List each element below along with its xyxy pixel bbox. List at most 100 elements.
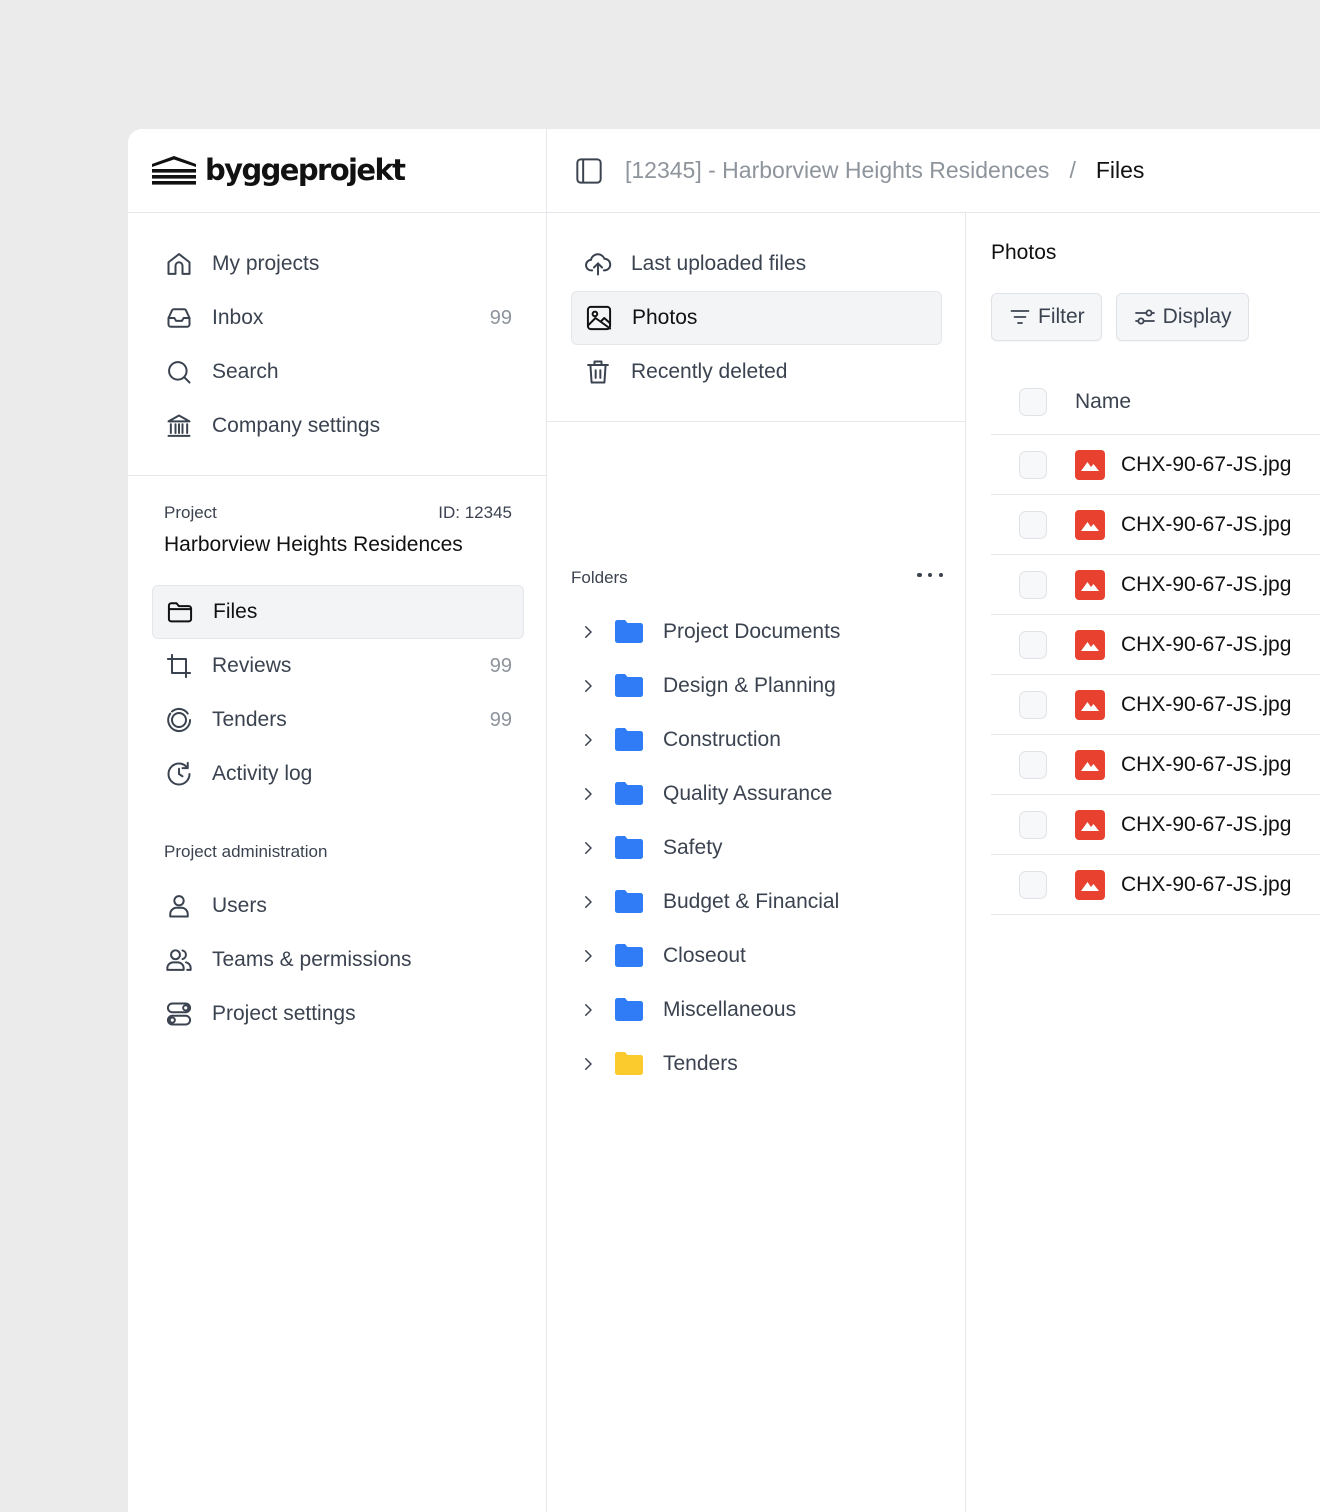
nav-files[interactable]: Files <box>152 585 524 639</box>
view-photos[interactable]: Photos <box>571 291 942 345</box>
files-nav-panel: Last uploaded files Photos Recently dele… <box>547 213 966 1512</box>
filter-icon <box>1010 310 1030 324</box>
image-file-icon <box>1075 749 1105 780</box>
column-header-name[interactable]: Name <box>1075 390 1131 414</box>
view-label: Recently deleted <box>631 360 788 383</box>
nav-search[interactable]: Search <box>152 345 524 399</box>
folder-item[interactable]: Tenders <box>571 1037 942 1091</box>
view-label: Last uploaded files <box>631 252 807 275</box>
chevron-right-icon[interactable] <box>577 891 599 913</box>
nav-users[interactable]: Users <box>152 879 524 933</box>
view-last-uploaded[interactable]: Last uploaded files <box>571 237 942 291</box>
home-icon <box>164 249 194 279</box>
row-checkbox[interactable] <box>1019 870 1047 899</box>
folders-section-label: Folders <box>571 568 628 587</box>
sliders-icon <box>1134 309 1155 325</box>
nav-company-settings[interactable]: Company settings <box>152 399 524 453</box>
table-row[interactable]: CHX-90-67-JS.jpg <box>991 795 1320 855</box>
folder-label: Design & Planning <box>663 674 836 697</box>
chevron-right-icon[interactable] <box>577 675 599 697</box>
tenders-count-badge: 99 <box>489 708 512 731</box>
folder-label: Quality Assurance <box>663 782 833 805</box>
target-icon <box>164 705 194 735</box>
filter-button[interactable]: Filter <box>991 293 1102 341</box>
file-name: CHX-90-67-JS.jpg <box>1121 812 1292 836</box>
folder-icon <box>615 782 645 806</box>
nav-activity-log[interactable]: Activity log <box>152 747 524 801</box>
table-row[interactable]: CHX-90-67-JS.jpg <box>991 555 1320 615</box>
nav-project-settings[interactable]: Project settings <box>152 987 524 1041</box>
project-label: Project <box>164 503 217 522</box>
nav-inbox[interactable]: Inbox 99 <box>152 291 524 345</box>
display-button[interactable]: Display <box>1115 293 1249 341</box>
folder-item[interactable]: Construction <box>571 713 942 767</box>
nav-label: Inbox <box>212 306 264 329</box>
display-label: Display <box>1162 305 1232 328</box>
project-id: ID: 12345 <box>438 503 512 522</box>
table-row[interactable]: CHX-90-67-JS.jpg <box>991 435 1320 495</box>
row-checkbox[interactable] <box>1019 690 1047 719</box>
brand-logo[interactable]: byggeprojekt <box>128 129 547 213</box>
image-file-icon <box>1075 629 1105 660</box>
folder-item[interactable]: Project Documents <box>571 605 942 659</box>
folder-item[interactable]: Quality Assurance <box>571 767 942 821</box>
image-file-icon <box>1075 569 1105 600</box>
image-file-icon <box>1075 869 1105 900</box>
breadcrumb-separator: / <box>1069 157 1076 183</box>
folder-item[interactable]: Safety <box>571 821 942 875</box>
chevron-right-icon[interactable] <box>577 837 599 859</box>
chevron-right-icon[interactable] <box>577 783 599 805</box>
file-name: CHX-90-67-JS.jpg <box>1121 572 1292 596</box>
breadcrumb-current: Files <box>1095 157 1145 183</box>
folder-icon <box>615 1052 645 1076</box>
sidebar-toggle-button[interactable] <box>575 157 603 185</box>
folder-item[interactable]: Miscellaneous <box>571 983 942 1037</box>
row-checkbox[interactable] <box>1019 570 1047 599</box>
chevron-right-icon[interactable] <box>577 621 599 643</box>
chevron-right-icon[interactable] <box>577 945 599 967</box>
breadcrumb: [12345] - Harborview Heights Residences … <box>625 157 1144 184</box>
select-all-checkbox[interactable] <box>1019 387 1047 416</box>
admin-nav: Users Teams & permissions Project settin… <box>152 879 524 1041</box>
nav-reviews[interactable]: Reviews 99 <box>152 639 524 693</box>
users-icon <box>164 945 194 975</box>
row-checkbox[interactable] <box>1019 750 1047 779</box>
folder-item[interactable]: Budget & Financial <box>571 875 942 929</box>
view-recently-deleted[interactable]: Recently deleted <box>571 345 942 399</box>
crop-icon <box>164 651 194 681</box>
table-row[interactable]: CHX-90-67-JS.jpg <box>991 495 1320 555</box>
folder-item[interactable]: Design & Planning <box>571 659 942 713</box>
breadcrumb-project-link[interactable]: [12345] - Harborview Heights Residences <box>625 157 1049 184</box>
folder-icon <box>615 890 645 914</box>
chevron-right-icon[interactable] <box>577 999 599 1021</box>
reviews-count-badge: 99 <box>489 654 512 677</box>
folder-icon <box>615 944 645 968</box>
nav-my-projects[interactable]: My projects <box>152 237 524 291</box>
row-checkbox[interactable] <box>1019 630 1047 659</box>
chevron-right-icon[interactable] <box>577 729 599 751</box>
table-row[interactable]: CHX-90-67-JS.jpg <box>991 855 1320 915</box>
cloud-upload-icon <box>583 249 613 279</box>
row-checkbox[interactable] <box>1019 810 1047 839</box>
folder-item[interactable]: Closeout <box>571 929 942 983</box>
user-icon <box>164 891 194 921</box>
folders-more-button[interactable] <box>917 565 943 585</box>
table-row[interactable]: CHX-90-67-JS.jpg <box>991 675 1320 735</box>
folder-tree: Project Documents Design & Planning Constr… <box>571 605 942 1091</box>
app-window: byggeprojekt My projects Inbox 99 Search… <box>128 129 1320 1512</box>
photos-panel: Photos Filter Display Name CHX-90-67-JS.… <box>966 213 1320 1512</box>
folder-label: Construction <box>663 728 781 751</box>
inbox-icon <box>164 303 194 333</box>
row-checkbox[interactable] <box>1019 450 1047 479</box>
table-row[interactable]: CHX-90-67-JS.jpg <box>991 735 1320 795</box>
nav-label: Search <box>212 360 279 383</box>
chevron-right-icon[interactable] <box>577 1053 599 1075</box>
table-row[interactable]: CHX-90-67-JS.jpg <box>991 615 1320 675</box>
nav-teams-permissions[interactable]: Teams & permissions <box>152 933 524 987</box>
row-checkbox[interactable] <box>1019 510 1047 539</box>
project-header: Project ID: 12345 Harborview Heights Res… <box>164 503 512 557</box>
main-nav: My projects Inbox 99 Search Company sett… <box>152 237 524 453</box>
inbox-count-badge: 99 <box>489 306 512 329</box>
clock-history-icon <box>164 759 194 789</box>
nav-tenders[interactable]: Tenders 99 <box>152 693 524 747</box>
